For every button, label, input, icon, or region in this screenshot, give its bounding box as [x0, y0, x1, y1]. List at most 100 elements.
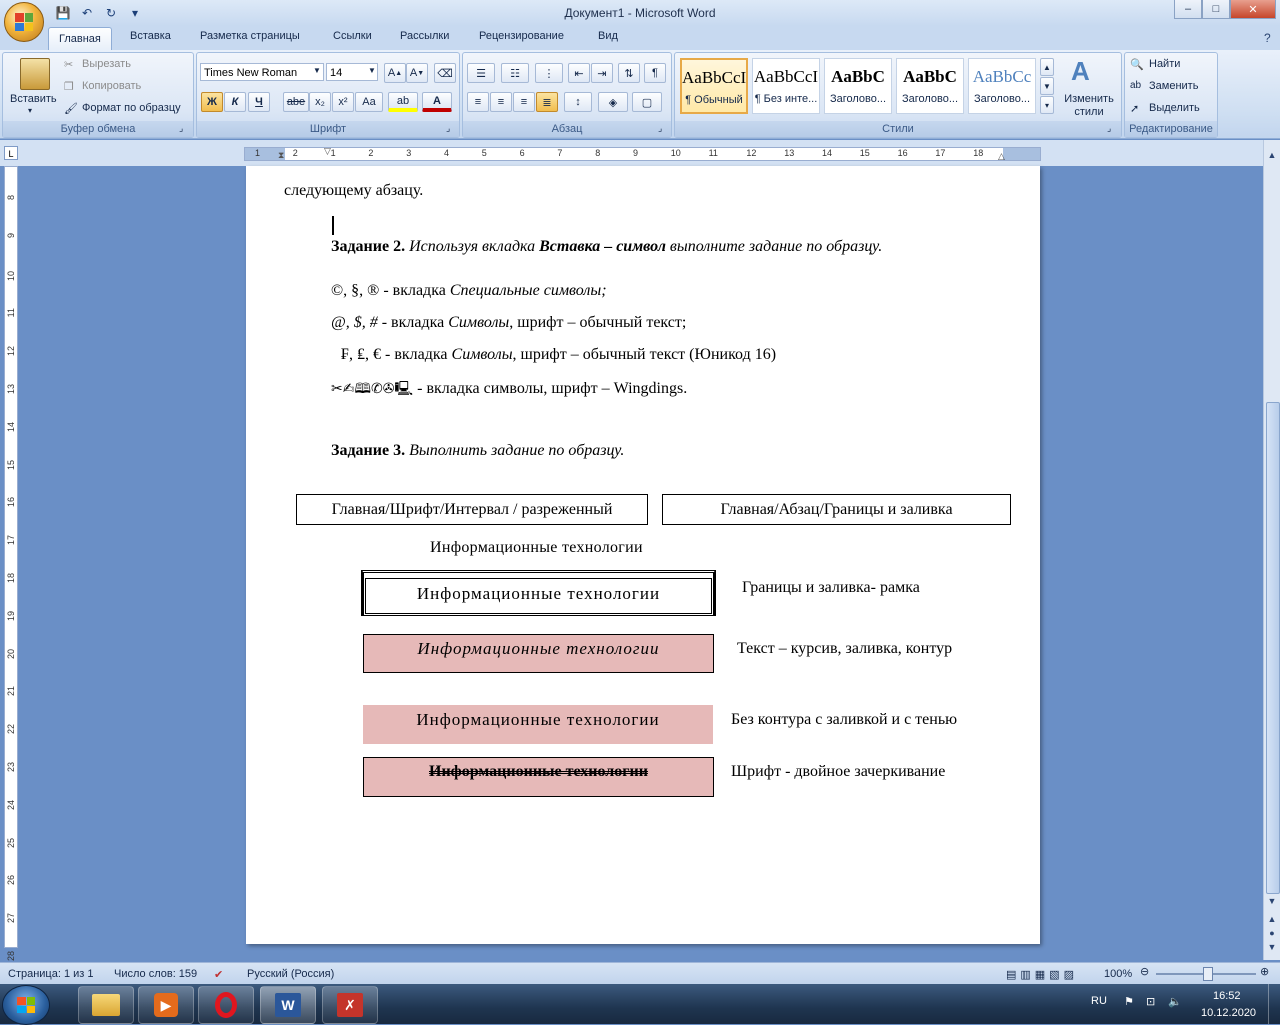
help-icon[interactable]: ?	[1264, 31, 1271, 45]
tray-date[interactable]: 10.12.2020	[1201, 1007, 1256, 1019]
start-button[interactable]	[2, 985, 50, 1025]
left-indent-icon[interactable]: ⧗	[278, 150, 284, 161]
style-heading-2[interactable]: AaBbC Заголово...	[896, 58, 964, 114]
tray-language[interactable]: RU	[1091, 995, 1107, 1007]
tab-references[interactable]: Ссылки	[333, 30, 372, 42]
sort-icon[interactable]: ⇅	[618, 63, 640, 83]
clipboard-launcher-icon[interactable]: ⌟	[179, 123, 183, 134]
right-indent-icon[interactable]: △	[998, 151, 1005, 162]
paste-icon[interactable]	[20, 58, 50, 90]
tab-review[interactable]: Рецензирование	[479, 30, 564, 42]
vertical-scrollbar[interactable]: ▲ ▼ ▲ ● ▼	[1263, 140, 1280, 960]
taskbar-media-player[interactable]: ▶	[138, 986, 194, 1024]
maximize-button[interactable]: □	[1202, 0, 1230, 19]
style-no-spacing[interactable]: AaBbCcI ¶ Без инте...	[752, 58, 820, 114]
tab-view[interactable]: Вид	[598, 30, 618, 42]
justify-icon[interactable]: ≣	[536, 92, 558, 112]
tab-mailings[interactable]: Рассылки	[400, 30, 449, 42]
subscript-button[interactable]: x₂	[309, 92, 331, 112]
shrink-font-icon[interactable]: A ▼	[406, 63, 428, 83]
strikethrough-button[interactable]: abe	[283, 92, 309, 112]
status-language[interactable]: Русский (Россия)	[247, 968, 334, 980]
status-words[interactable]: Число слов: 159	[114, 968, 197, 980]
tab-home[interactable]: Главная	[48, 27, 112, 52]
font-color-icon[interactable]: A	[422, 92, 452, 112]
style-heading-1[interactable]: AaBbC Заголово...	[824, 58, 892, 114]
styles-launcher-icon[interactable]: ⌟	[1107, 123, 1111, 134]
scroll-thumb[interactable]	[1266, 402, 1280, 894]
next-page-icon[interactable]: ▼	[1265, 942, 1279, 956]
font-launcher-icon[interactable]: ⌟	[446, 123, 450, 134]
status-page[interactable]: Страница: 1 из 1	[8, 968, 94, 980]
underline-button[interactable]: Ч	[248, 92, 270, 112]
scroll-down-icon[interactable]: ▼	[1265, 896, 1279, 910]
styles-scroll-up-icon[interactable]: ▲	[1040, 58, 1054, 76]
change-case-button[interactable]: Aa	[355, 92, 383, 112]
multilevel-list-icon[interactable]: ⋮	[535, 63, 563, 83]
shading-icon[interactable]: ◈	[598, 92, 628, 112]
paste-dropdown-icon[interactable]: ▾	[28, 106, 32, 115]
highlight-color-icon[interactable]: ab	[388, 92, 418, 112]
align-right-icon[interactable]: ≡	[513, 92, 535, 112]
horizontal-ruler[interactable]: 1 2 1 2 3 4 5 6 7 8 9 10 11 12 13 14 15 16 17 18	[244, 147, 1041, 161]
vertical-ruler[interactable]: 8 9 10 11 12 13 14 15 16 17 18 19 20 21 22 23 24 25 26 27 28	[4, 166, 18, 961]
paste-button[interactable]: Вставить	[10, 93, 57, 105]
style-title[interactable]: AaBbCc Заголово...	[968, 58, 1036, 114]
close-button[interactable]: ✕	[1230, 0, 1276, 19]
view-buttons-icon[interactable]: ▤▥▦▧▨	[1006, 968, 1078, 981]
tray-network-icon[interactable]: ⊡	[1146, 995, 1155, 1008]
superscript-button[interactable]: x²	[332, 92, 354, 112]
taskbar-opera[interactable]	[198, 986, 254, 1024]
bold-button[interactable]: Ж	[201, 92, 223, 112]
show-marks-icon[interactable]: ¶	[644, 63, 666, 83]
format-painter-button[interactable]: Формат по образцу	[82, 102, 181, 114]
first-line-indent-icon[interactable]: ▽	[324, 146, 331, 157]
cut-button[interactable]: Вырезать	[82, 58, 131, 70]
italic-button[interactable]: К	[224, 92, 246, 112]
clear-formatting-icon[interactable]: ⌫	[434, 63, 456, 83]
show-desktop-button[interactable]	[1268, 984, 1280, 1024]
find-button[interactable]: Найти	[1149, 58, 1180, 70]
align-center-icon[interactable]: ≡	[490, 92, 512, 112]
document-page[interactable]: следующему абзацу. Задание 2. Используя …	[246, 166, 1040, 944]
tray-time[interactable]: 16:52	[1213, 990, 1241, 1002]
borders-icon[interactable]: ▢	[632, 92, 662, 112]
styles-more-icon[interactable]: ▾	[1040, 96, 1054, 114]
office-button[interactable]	[4, 2, 44, 42]
styles-scroll-down-icon[interactable]: ▼	[1040, 77, 1054, 95]
zoom-out-icon[interactable]: ⊖	[1140, 965, 1149, 978]
tab-page-layout[interactable]: Разметка страницы	[200, 30, 300, 42]
change-styles-icon[interactable]: A	[1071, 56, 1090, 87]
tray-flag-icon[interactable]: ⚑	[1124, 995, 1134, 1008]
copy-button[interactable]: Копировать	[82, 80, 141, 92]
align-left-icon[interactable]: ≡	[467, 92, 489, 112]
grow-font-icon[interactable]: A ▲	[384, 63, 406, 83]
replace-button[interactable]: Заменить	[1149, 80, 1198, 92]
proofing-icon[interactable]: ✔	[214, 968, 223, 981]
tab-selector-icon[interactable]: L	[4, 146, 18, 160]
taskbar-explorer[interactable]	[78, 986, 134, 1024]
tab-insert[interactable]: Вставка	[130, 30, 171, 42]
decrease-indent-icon[interactable]: ⇤	[568, 63, 590, 83]
paragraph-launcher-icon[interactable]: ⌟	[658, 123, 662, 134]
numbering-icon[interactable]: ☷	[501, 63, 529, 83]
font-size-dropdown-icon[interactable]: ▼	[368, 66, 376, 75]
taskbar-app[interactable]: ✗	[322, 986, 378, 1024]
zoom-in-icon[interactable]: ⊕	[1260, 965, 1269, 978]
zoom-level[interactable]: 100%	[1104, 968, 1132, 980]
prev-page-icon[interactable]: ▲	[1265, 914, 1279, 928]
style-normal[interactable]: AaBbCcI ¶ Обычный	[680, 58, 748, 114]
tray-volume-icon[interactable]: 🔈	[1168, 995, 1182, 1008]
zoom-slider-thumb[interactable]	[1203, 967, 1213, 981]
bullets-icon[interactable]: ☰	[467, 63, 495, 83]
change-styles-button[interactable]: Изменить стили	[1061, 93, 1117, 119]
increase-indent-icon[interactable]: ⇥	[591, 63, 613, 83]
line-spacing-icon[interactable]: ↕	[564, 92, 592, 112]
select-button[interactable]: Выделить	[1149, 102, 1200, 114]
browse-object-icon[interactable]: ●	[1265, 928, 1279, 942]
taskbar-word[interactable]: W	[260, 986, 316, 1024]
font-name-input[interactable]: Times New Roman	[200, 63, 324, 81]
scroll-up-icon[interactable]: ▲	[1265, 150, 1279, 164]
minimize-button[interactable]: –	[1174, 0, 1202, 19]
font-name-dropdown-icon[interactable]: ▼	[313, 66, 321, 75]
